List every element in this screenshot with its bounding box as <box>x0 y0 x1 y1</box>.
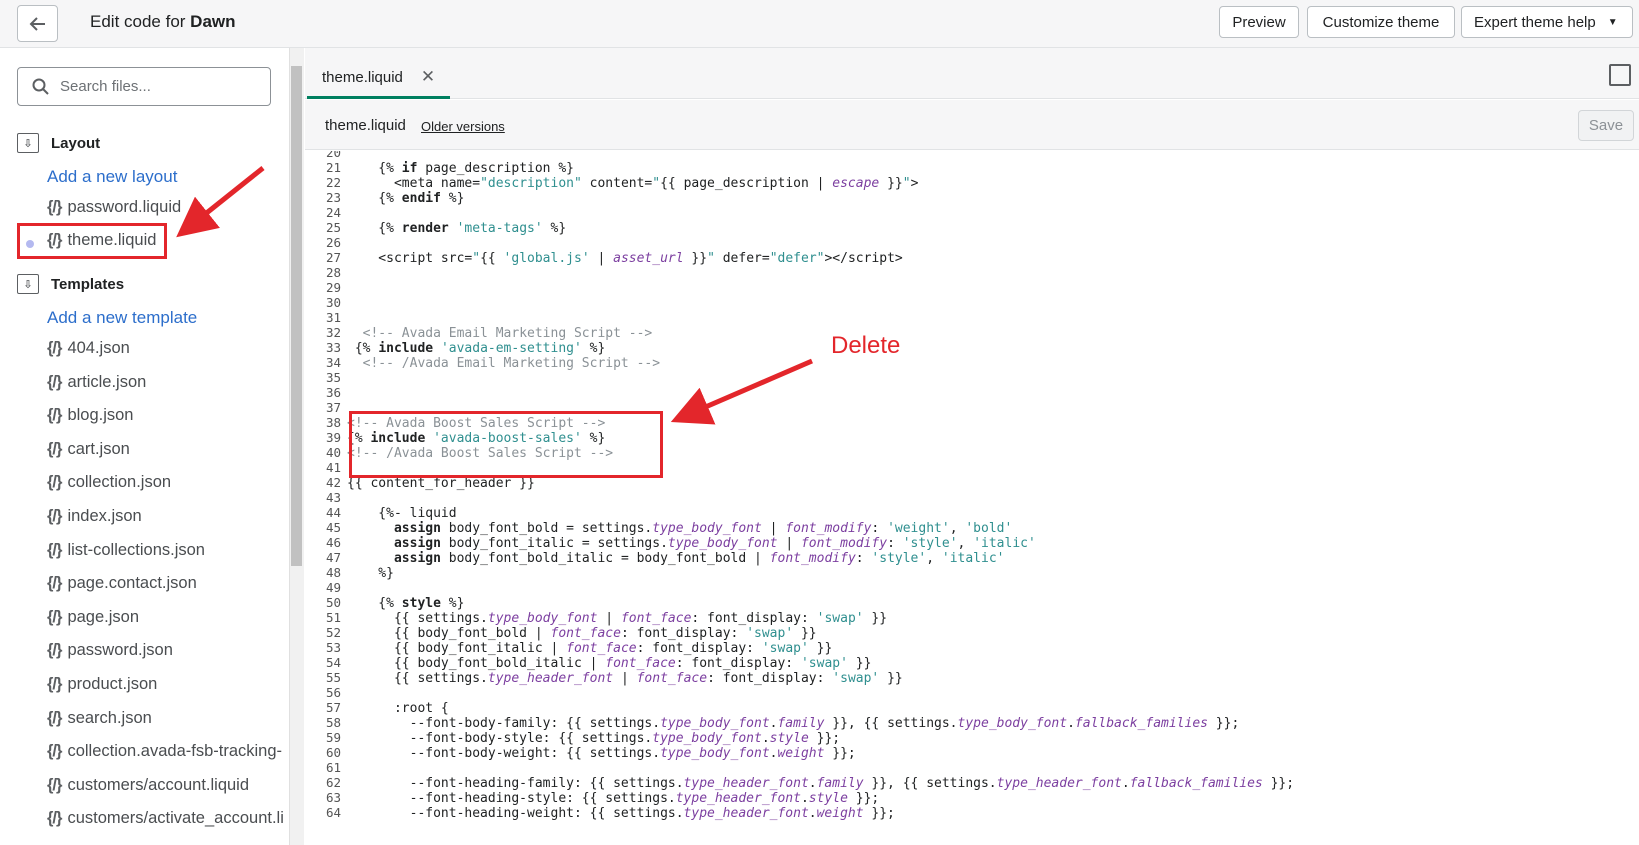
arrow-to-delete-block <box>670 358 813 425</box>
annotation-arrows <box>176 166 813 425</box>
arrow-to-theme-liquid <box>176 166 265 238</box>
